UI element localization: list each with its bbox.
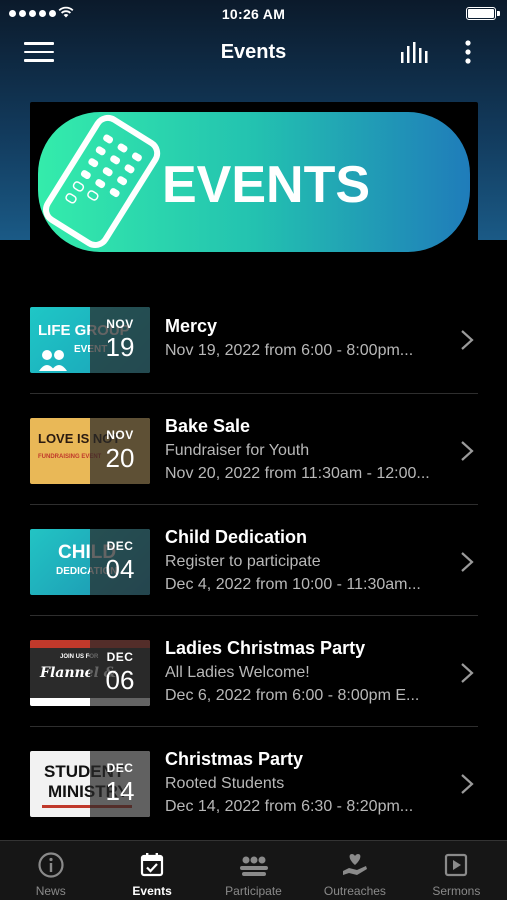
nav-bar: Events [0,30,507,76]
event-thumbnail: STUDENT MINISTRY DEC 14 [30,751,150,817]
event-info: Mercy Nov 19, 2022 from 6:00 - 8:00pm... [165,316,455,360]
event-subtitle: Fundraiser for Youth [165,442,310,459]
tab-label: News [35,884,66,898]
date-day: 06 [105,665,135,695]
chevron-right-icon [461,330,474,350]
event-title: Ladies Christmas Party [165,638,366,658]
event-title: Child Dedication [165,527,308,547]
event-row-ladies-christmas-party[interactable]: JOIN US FOR Flannel & DEC 06 Ladies Chri… [30,616,478,727]
battery-icon [466,7,500,20]
event-row-child-dedication[interactable]: CHILD DEDICATION DEC 04 Child Dedication… [30,505,478,616]
chevron-right-icon [461,552,474,572]
tab-label: Events [132,884,172,898]
event-date: Nov 20, 2022 from 11:30am - 12:00... [165,465,430,482]
tab-outreaches[interactable]: Outreaches [304,841,405,900]
event-subtitle: Rooted Students [165,775,285,792]
status-time: 10:26 AM [221,6,286,22]
date-day: 04 [105,554,135,584]
status-bar: 10:26 AM [0,0,507,28]
event-info: Christmas Party Rooted Students Dec 14, … [165,749,455,816]
date-day: 19 [105,332,135,362]
date-month: DEC [106,761,134,775]
date-badge: DEC 14 [90,751,150,817]
people-icon [39,350,67,371]
date-badge: NOV 19 [90,307,150,373]
event-row-christmas-party[interactable]: STUDENT MINISTRY DEC 14 Christmas Party … [30,727,478,838]
play-icon [445,853,468,877]
event-info: Bake Sale Fundraiser for Youth Nov 20, 2… [165,416,455,483]
calendar-icon [141,853,164,877]
more-options-icon[interactable] [458,39,478,69]
date-month: DEC [106,650,134,664]
event-date: Dec 4, 2022 from 10:00 - 11:30am... [165,576,421,593]
event-row-bake-sale[interactable]: LOVE IS NOT FUNDRAISING EVENT NOV 20 Bak… [30,394,478,505]
event-date: Nov 19, 2022 from 6:00 - 8:00pm... [165,342,414,359]
hand-heart-icon [342,854,367,875]
date-badge: DEC 04 [90,529,150,595]
date-month: NOV [106,317,134,331]
event-title: Christmas Party [165,749,304,769]
date-month: DEC [106,539,134,553]
tab-events[interactable]: Events [101,841,202,900]
event-thumbnail: CHILD DEDICATION DEC 04 [30,529,150,595]
date-badge: NOV 20 [90,418,150,484]
info-icon [38,852,64,878]
tab-news[interactable]: News [0,841,101,900]
event-row-mercy[interactable]: LIFE GROUP EVENT NOV 19 Mercy Nov 19, 20… [30,283,478,394]
event-date: Dec 14, 2022 from 6:30 - 8:20pm... [165,798,414,815]
chevron-right-icon [461,663,474,683]
event-thumbnail: LOVE IS NOT FUNDRAISING EVENT NOV 20 [30,418,150,484]
events-banner: EVENTS [30,102,478,260]
tab-bar: News Events Participate Outreaches Sermo… [0,840,507,900]
event-info: Ladies Christmas Party All Ladies Welcom… [165,638,455,705]
date-day: 14 [105,776,135,806]
chevron-right-icon [461,441,474,461]
event-title: Bake Sale [165,416,251,436]
event-info: Child Dedication Register to participate… [165,527,455,594]
bar-chart-icon[interactable] [398,40,432,66]
event-thumbnail: LIFE GROUP EVENT NOV 19 [30,307,150,373]
date-day: 20 [105,443,135,473]
banner-title: EVENTS [162,156,370,214]
event-subtitle: Register to participate [165,553,321,570]
event-list: LIFE GROUP EVENT NOV 19 Mercy Nov 19, 20… [30,283,478,838]
tab-sermons[interactable]: Sermons [406,841,507,900]
date-month: NOV [106,428,134,442]
people-icon [239,856,268,876]
tab-label: Outreaches [323,884,386,898]
event-thumbnail: JOIN US FOR Flannel & DEC 06 [30,640,150,706]
date-badge: DEC 06 [90,640,150,706]
tab-label: Sermons [432,884,481,898]
tab-label: Participate [225,884,282,898]
chevron-right-icon [461,774,474,794]
event-date: Dec 6, 2022 from 6:00 - 8:00pm E... [165,687,420,704]
event-title: Mercy [165,316,218,336]
tab-participate[interactable]: Participate [203,841,304,900]
event-subtitle: All Ladies Welcome! [165,664,310,681]
